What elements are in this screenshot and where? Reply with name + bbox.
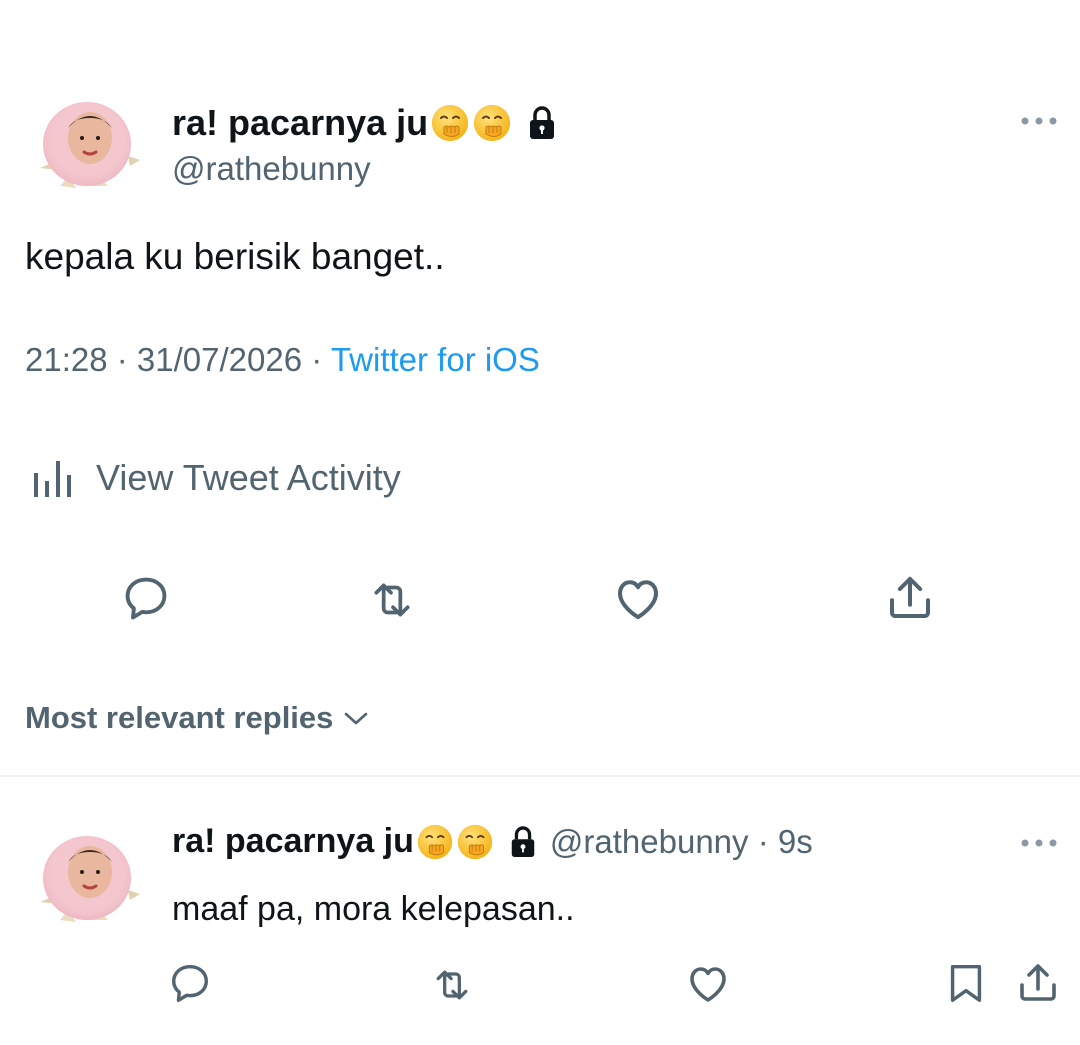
tweet-date[interactable]: 31/07/2026 <box>137 341 302 378</box>
reply-icon <box>125 577 167 620</box>
face-with-hand-over-mouth-emoji-icon <box>430 103 470 143</box>
share-button[interactable] <box>882 570 938 626</box>
reply-icon <box>171 964 209 1002</box>
reply-like-button[interactable] <box>680 955 736 1011</box>
tweet-text: kepala ku berisik banget.. <box>25 236 445 277</box>
retweet-icon <box>436 970 468 1000</box>
like-button[interactable] <box>610 570 666 626</box>
reply-bookmark-button[interactable] <box>938 955 994 1011</box>
reply-sort-label: Most relevant replies <box>25 700 334 735</box>
view-tweet-activity-label: View Tweet Activity <box>96 457 401 498</box>
tweet-meta: 21:28 · 31/07/2026 · Twitter for iOS <box>25 341 540 379</box>
lock-icon <box>526 106 558 140</box>
display-name-text: ra! pacarnya ju <box>172 102 429 143</box>
reply-avatar[interactable] <box>32 832 142 932</box>
tweet-author-name[interactable]: ra! pacarnya ju <box>172 103 558 143</box>
divider <box>0 775 1080 777</box>
reply-button[interactable] <box>118 570 174 626</box>
share-icon <box>1020 964 1056 1001</box>
like-icon <box>617 580 659 620</box>
more-options-icon[interactable] <box>1020 114 1058 128</box>
reply-text: maaf pa, mora kelepasan.. <box>172 890 575 928</box>
reply-handle: @rathebunny · 9s <box>549 822 813 860</box>
reply-reply-button[interactable] <box>162 955 218 1011</box>
reply-retweet-button[interactable] <box>424 957 480 1013</box>
reply-display-name: ra! pacarnya ju <box>172 822 414 860</box>
reply-more-options-icon[interactable] <box>1020 836 1058 850</box>
reply-sort-dropdown[interactable]: Most relevant replies <box>25 700 371 736</box>
reply-author[interactable]: ra! pacarnya ju @rathebunny · 9s <box>172 822 813 861</box>
face-with-hand-over-mouth-emoji-icon <box>456 823 494 861</box>
meta-separator: · <box>107 341 137 378</box>
like-icon <box>690 967 726 1002</box>
retweet-icon <box>374 583 410 617</box>
view-tweet-activity-link[interactable]: View Tweet Activity <box>30 455 401 501</box>
face-with-hand-over-mouth-emoji-icon <box>472 103 512 143</box>
meta-separator: · <box>302 341 331 378</box>
tweet-source-link[interactable]: Twitter for iOS <box>331 341 540 378</box>
face-with-hand-over-mouth-emoji-icon <box>416 823 454 861</box>
chevron-down-icon <box>345 712 368 725</box>
avatar[interactable] <box>32 98 142 198</box>
analytics-icon <box>34 461 71 497</box>
share-icon <box>889 576 931 619</box>
retweet-button[interactable] <box>364 572 420 628</box>
tweet-author-handle[interactable]: @rathebunny <box>172 150 371 188</box>
reply-time: 9s <box>777 822 813 860</box>
bookmark-icon <box>950 964 982 1002</box>
tweet-time[interactable]: 21:28 <box>25 341 108 378</box>
reply-share-button[interactable] <box>1010 955 1066 1011</box>
lock-icon <box>508 826 538 858</box>
